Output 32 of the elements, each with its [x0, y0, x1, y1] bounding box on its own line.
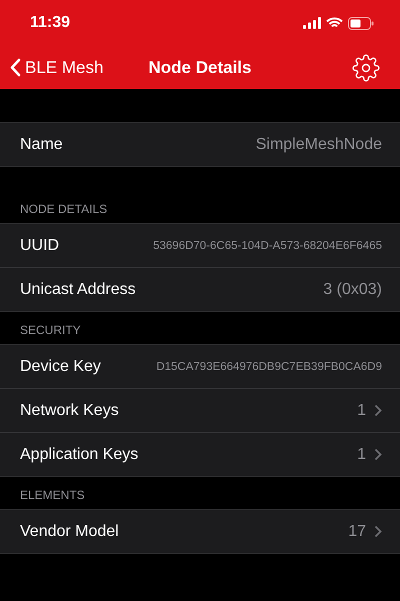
settings-icon: [352, 54, 380, 82]
settings-button[interactable]: [352, 54, 380, 82]
section-header: SECURITY: [20, 323, 81, 337]
row-label: Vendor Model: [20, 522, 119, 540]
section-header: ELEMENTS: [20, 488, 85, 502]
row-value: D15CA793E664976DB9C7EB39FB0CA6D9: [156, 360, 382, 372]
battery-icon: [348, 16, 374, 30]
nav-title: Node Details: [148, 58, 252, 78]
row-label: Unicast Address: [20, 280, 136, 298]
status-time: 11:39: [30, 14, 70, 32]
back-button[interactable]: BLE Mesh: [10, 58, 104, 78]
row-label: Application Keys: [20, 446, 138, 464]
row-label: Device Key: [20, 358, 101, 376]
row-label: UUID: [20, 236, 60, 254]
back-chevron-icon: [10, 58, 21, 77]
chevron-icon: [374, 404, 382, 417]
disclosure-row[interactable]: Application Keys 1: [0, 432, 400, 476]
row-value: 1: [357, 446, 366, 464]
wifi-icon: [326, 17, 343, 29]
disclosure-row[interactable]: Vendor Model 17: [0, 510, 400, 553]
row-value: 17: [348, 522, 366, 540]
section-header: NODE DETAILS: [20, 202, 108, 216]
row-value: 53696D70-6C65-104D-A573-68204E6F6465: [153, 240, 382, 252]
row-value: SimpleMeshNode: [256, 136, 382, 154]
chevron-icon: [374, 525, 382, 538]
row-value: 3 (0x03): [323, 280, 382, 298]
disclosure-row[interactable]: Network Keys 1: [0, 388, 400, 432]
row-value: 1: [357, 402, 366, 420]
signal-icon: [303, 17, 321, 29]
row-label: Network Keys: [20, 402, 119, 420]
chevron-icon: [374, 448, 382, 461]
row-label: Name: [20, 136, 63, 154]
